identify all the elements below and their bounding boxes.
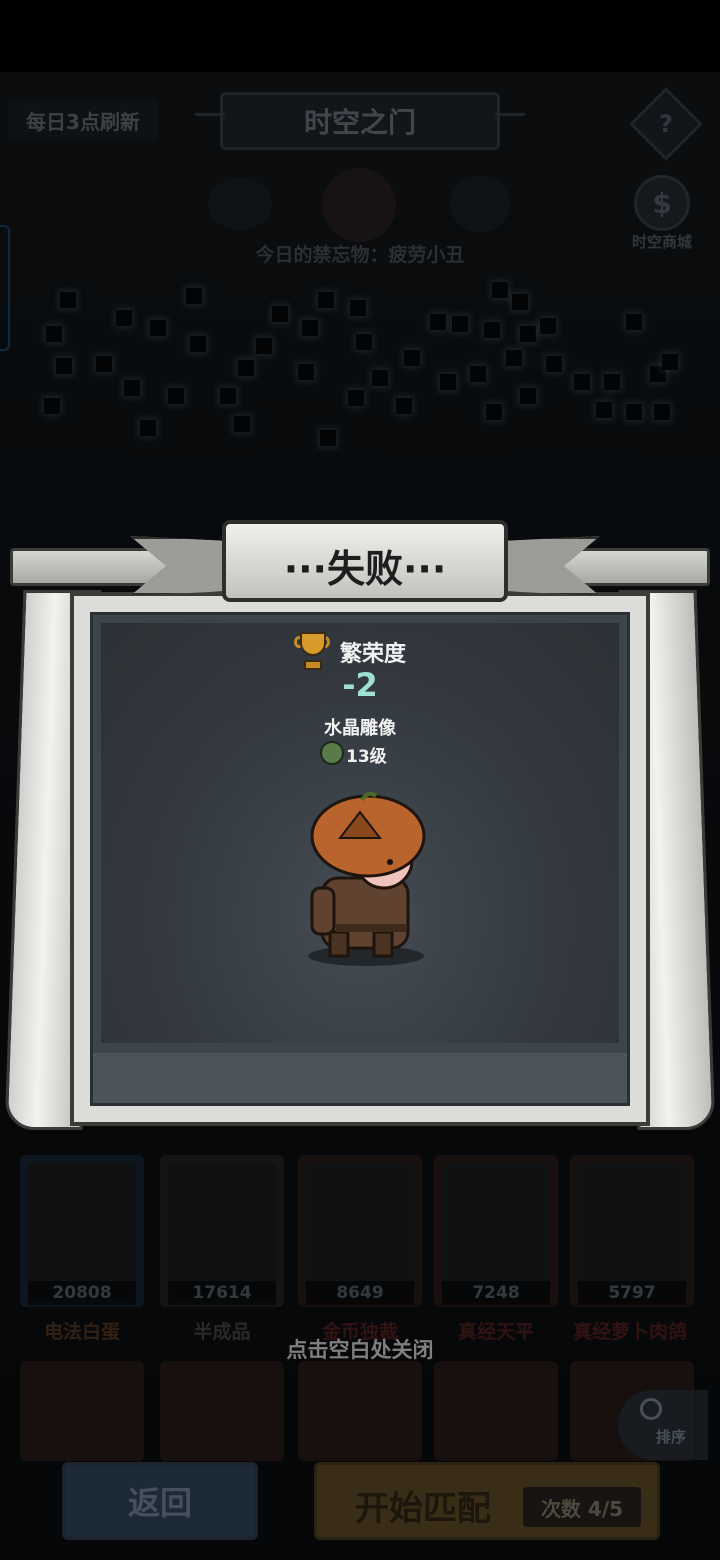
sort-label: 排序 (656, 1428, 687, 1446)
start-match-label: 开始匹配 (355, 1489, 491, 1529)
frame-ornament (93, 1053, 627, 1103)
search-icon (640, 1398, 662, 1420)
sort-button[interactable]: 排序 (618, 1390, 708, 1460)
building-level: 13级 (346, 747, 387, 767)
status-bar (0, 0, 720, 72)
close-hint: 点击空白处关闭 (286, 1338, 434, 1362)
pumpkin-head-character (308, 792, 426, 966)
start-match-button[interactable]: 开始匹配 次数 4/5 (314, 1462, 660, 1540)
prosperity-label: 繁荣度 (340, 642, 407, 667)
prosperity-change-value: -2 (342, 666, 378, 704)
level-icon (320, 741, 344, 765)
back-button[interactable]: 返回 (62, 1462, 258, 1540)
result-banner: ···失败··· (130, 520, 600, 610)
match-count-badge: 次数 4/5 (523, 1487, 641, 1527)
building-name: 水晶雕像 (324, 718, 396, 739)
banner-plate: ···失败··· (222, 520, 508, 602)
result-title: ···失败··· (283, 547, 447, 591)
